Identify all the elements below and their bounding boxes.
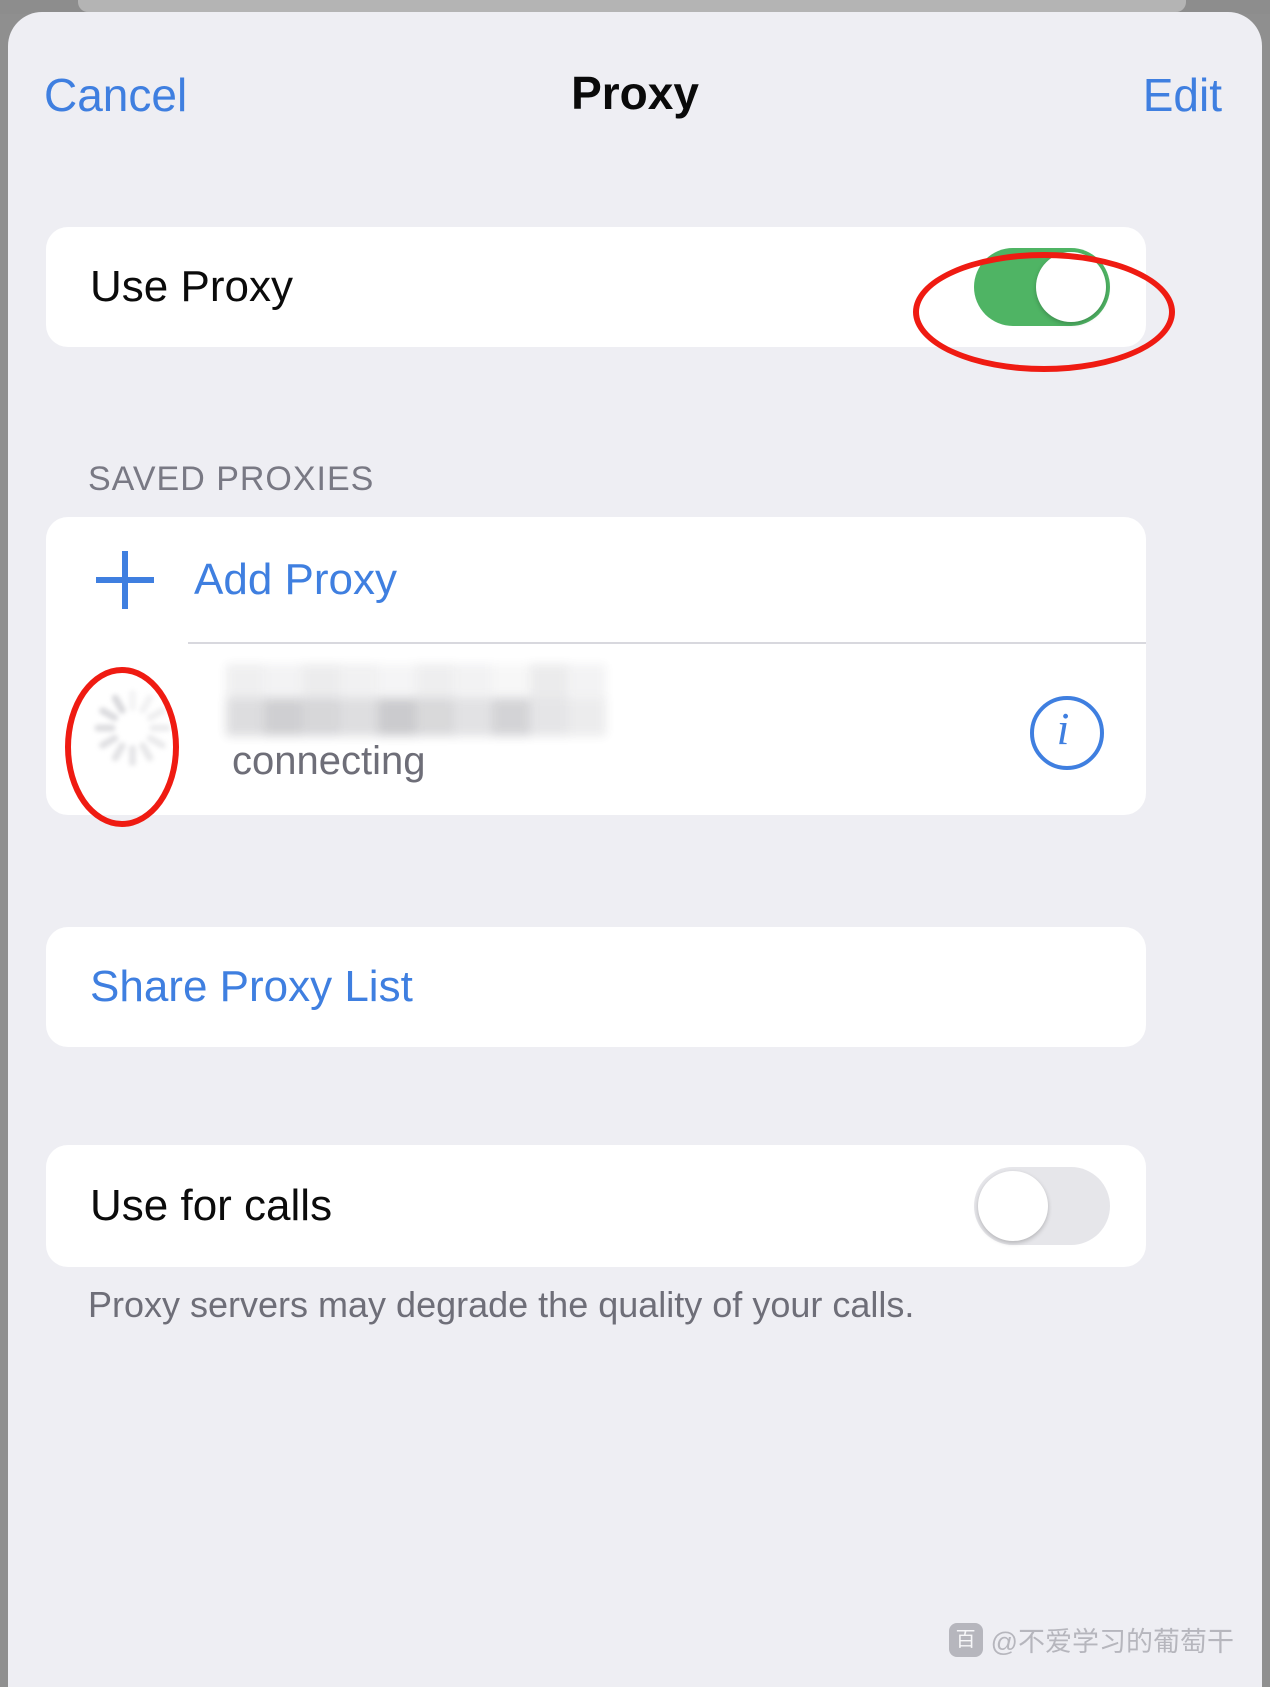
use-for-calls-footnote: Proxy servers may degrade the quality of… [88,1284,915,1325]
spinner-spoke [149,724,171,732]
spinner-spoke [137,740,155,763]
redaction-block [264,698,302,736]
spinner-spoke [145,733,168,751]
redaction-block [340,698,378,736]
navigation-bar: Cancel Proxy Edit [8,12,1262,172]
share-proxy-list-card[interactable]: Share Proxy List [46,927,1146,1047]
info-glyph: i [1056,703,1070,754]
saved-proxies-card: Add Proxy connecting i [46,517,1146,815]
use-proxy-toggle-knob [1036,252,1106,322]
redaction-block [492,664,530,698]
redaction-block [568,698,606,736]
watermark-text: @不爱学习的葡萄干 [990,1627,1234,1657]
saved-proxies-section-header: SAVED PROXIES [88,460,375,498]
use-for-calls-card: Use for calls [46,1145,1146,1267]
edit-button[interactable]: Edit [1143,68,1222,122]
spinner-spoke [145,705,168,723]
spinner-spoke [110,740,128,763]
redaction-block [454,664,492,698]
proxy-status-label: connecting [232,739,426,783]
watermark: 百 @不爱学习的葡萄干 [948,1620,1234,1659]
use-proxy-card: Use Proxy [46,227,1146,347]
info-circle-icon[interactable]: i [1030,696,1104,770]
redaction-block [416,664,454,698]
list-item[interactable]: connecting i [46,644,1146,815]
loading-spinner-icon [90,686,174,770]
spinner-spoke [129,745,136,766]
plus-icon [96,550,154,609]
add-proxy-label: Add Proxy [194,554,397,604]
share-proxy-list-button[interactable]: Share Proxy List [90,962,413,1012]
redaction-block [568,664,606,698]
redaction-block [416,698,454,736]
add-proxy-row[interactable]: Add Proxy [46,517,1146,642]
proxy-name-redacted [226,664,626,736]
redaction-block [226,664,264,698]
use-for-calls-label: Use for calls [90,1181,333,1230]
redaction-block [302,698,340,736]
spinner-spoke [94,724,116,732]
redaction-block [302,664,340,698]
spinner-spoke [129,690,136,711]
device-top-bar [78,0,1186,12]
redaction-block [340,664,378,698]
redaction-block [530,664,568,698]
use-for-calls-toggle-knob [978,1171,1048,1241]
use-proxy-toggle[interactable] [974,248,1110,326]
redaction-block [492,698,530,736]
redaction-block [378,664,416,698]
watermark-badge: 百 [948,1622,983,1657]
use-proxy-label: Use Proxy [90,262,293,311]
redaction-block [226,698,264,736]
redaction-block [530,698,568,736]
redaction-block [264,664,302,698]
proxy-settings-sheet: Cancel Proxy Edit Use Proxy SAVED PROXIE… [8,12,1262,1687]
redaction-block [378,698,416,736]
use-for-calls-toggle[interactable] [974,1167,1110,1245]
screen-root: Cancel Proxy Edit Use Proxy SAVED PROXIE… [0,0,1270,1687]
redaction-block [454,698,492,736]
page-title: Proxy [571,67,699,119]
